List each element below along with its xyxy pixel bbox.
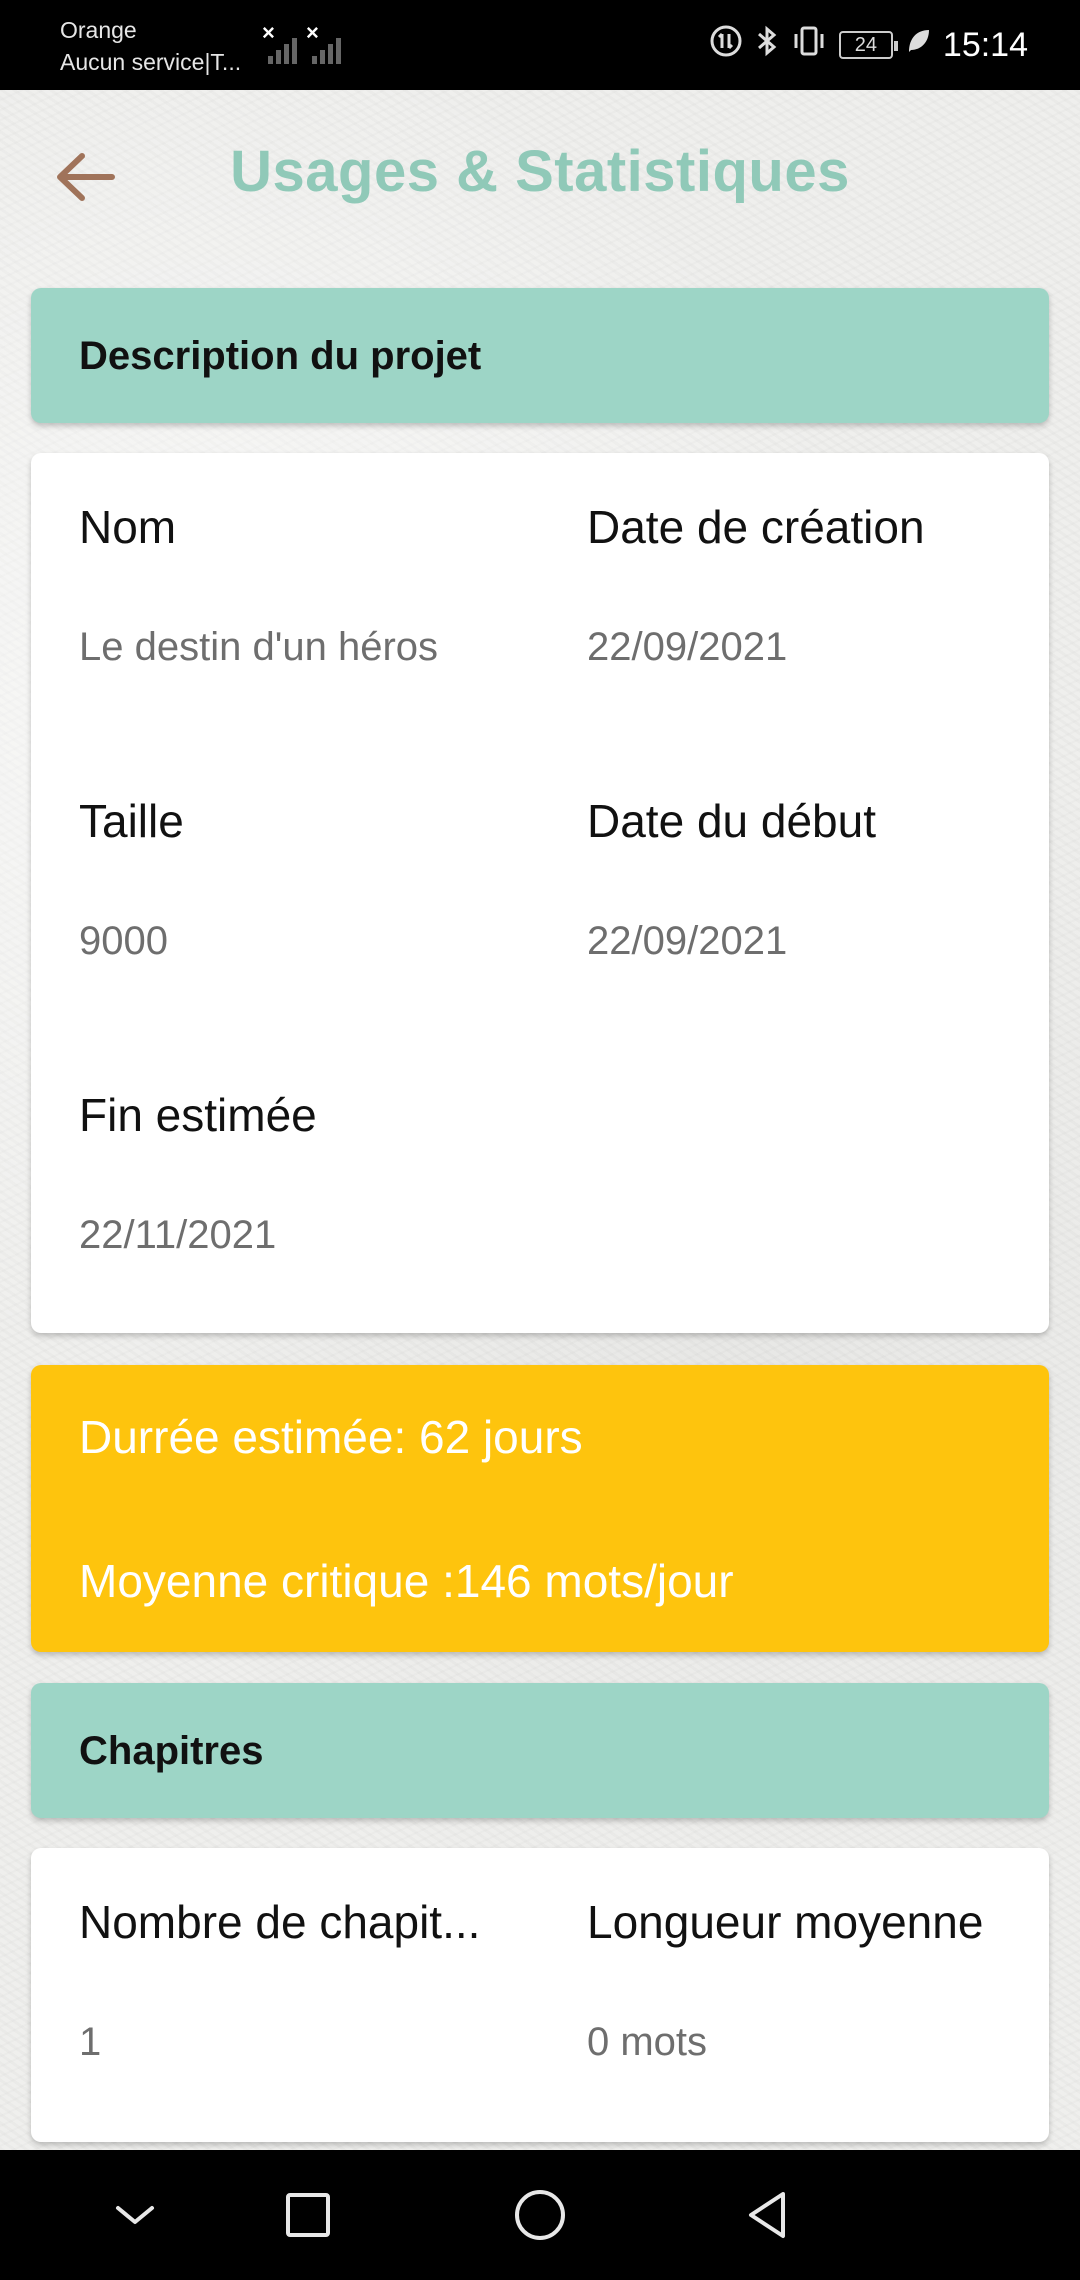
- critical-average: Moyenne critique :146 mots/jour: [79, 1555, 734, 1607]
- status-bar: Orange Aucun service|T... × × 24 15:14: [0, 0, 1080, 90]
- size-value: 9000: [79, 919, 168, 963]
- back-triangle-icon: [749, 2192, 785, 2238]
- estimated-end-value: 22/11/2021: [79, 1213, 277, 1257]
- clock: 15:14: [942, 25, 1028, 64]
- battery-icon: 24: [838, 31, 898, 59]
- chapter-count-label: Nombre de chapit...: [79, 1896, 481, 1948]
- page-title: Usages & Statistiques: [230, 139, 850, 204]
- signal-no-service-icon: ×: [306, 20, 346, 64]
- data-icon: [709, 24, 743, 66]
- creation-date-label: Date de création: [587, 501, 925, 553]
- chapters-section-header[interactable]: Chapitres: [31, 1683, 1049, 1818]
- start-date-label: Date du début: [587, 795, 877, 847]
- status-icons: 24 15:14: [709, 22, 1028, 68]
- leaf-icon: [905, 26, 931, 64]
- project-section-title: Description du projet: [79, 334, 482, 378]
- back-nav-button[interactable]: [733, 2180, 803, 2250]
- navigation-bar: [0, 2150, 1080, 2280]
- name-label: Nom: [79, 501, 177, 553]
- project-details-card: Nom Le destin d'un héros Date de créatio…: [31, 453, 1049, 1333]
- recents-square-icon: [286, 2193, 330, 2237]
- estimate-card: Durrée estimée: 62 jours Moyenne critiqu…: [31, 1365, 1049, 1652]
- average-length-label: Longueur moyenne: [587, 1896, 984, 1948]
- chapter-count-value: 1: [79, 2020, 102, 2064]
- project-section-header[interactable]: Description du projet: [31, 288, 1049, 423]
- creation-date-value: 22/09/2021: [587, 625, 788, 669]
- estimated-end-label: Fin estimée: [79, 1089, 317, 1141]
- chapters-details-card: Nombre de chapit... 1 Longueur moyenne 0…: [31, 1848, 1049, 2142]
- chapters-section-title: Chapitres: [79, 1729, 264, 1773]
- recents-button[interactable]: [273, 2180, 343, 2250]
- vibrate-icon: [791, 24, 827, 66]
- start-date-value: 22/09/2021: [587, 919, 788, 963]
- chevron-down-button[interactable]: [100, 2180, 170, 2250]
- carrier-info: Orange Aucun service|T...: [60, 14, 241, 78]
- average-length-value: 0 mots: [587, 2020, 708, 2064]
- bluetooth-icon: [755, 24, 779, 66]
- home-button[interactable]: [505, 2180, 575, 2250]
- signal-no-service-icon: ×: [262, 20, 302, 64]
- carrier-status: Aucun service|T...: [60, 49, 242, 75]
- carrier-name: Orange: [60, 17, 137, 43]
- name-value: Le destin d'un héros: [79, 625, 439, 669]
- estimated-duration: Durrée estimée: 62 jours: [79, 1411, 583, 1463]
- home-circle-icon: [515, 2190, 565, 2240]
- size-label: Taille: [79, 795, 184, 847]
- chevron-down-icon: [116, 2206, 154, 2224]
